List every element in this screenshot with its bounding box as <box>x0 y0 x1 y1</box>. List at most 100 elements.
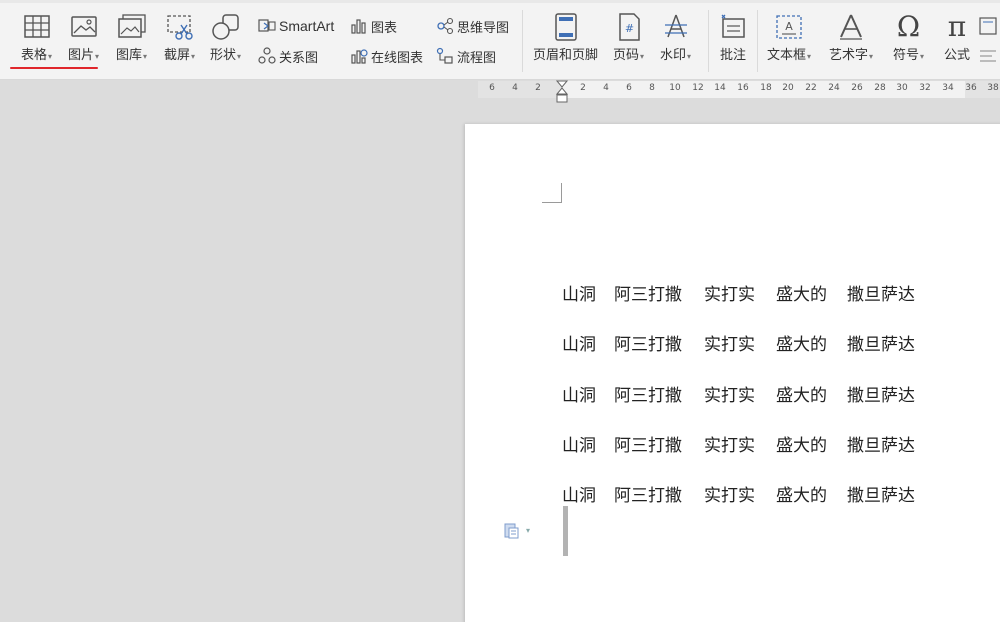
document-word: 阿三打撒 <box>614 386 682 406</box>
ruler-tick-label: 26 <box>851 83 863 93</box>
document-word: 撒旦萨达 <box>847 486 915 506</box>
document-word: 实打实 <box>704 335 755 355</box>
document-word: 撒旦萨达 <box>847 436 915 456</box>
formula-label: 公式 <box>943 48 970 63</box>
document-word: 阿三打撒 <box>614 436 682 456</box>
insert-ribbon: 表格▾ 图片▾ 图库▾ 截屏▾ 形状▾ SmartArt 关系图 图表 在线图表… <box>0 0 1000 80</box>
chevron-down-icon: ▾ <box>237 52 242 61</box>
chevron-down-icon: ▾ <box>687 52 692 61</box>
comment-label: 批注 <box>719 48 746 63</box>
indent-marker-icon[interactable] <box>555 80 569 104</box>
ruler-tick-label: 22 <box>805 83 817 93</box>
watermark-button[interactable]: 水印▾ <box>660 12 691 65</box>
textbox-button[interactable]: A 文本框▾ <box>767 12 811 65</box>
document-word: 阿三打撒 <box>614 285 682 305</box>
ruler-tick-label: 2 <box>580 83 586 93</box>
document-word: 盛大的 <box>776 436 827 456</box>
scissors-icon <box>165 12 195 42</box>
chevron-down-icon: ▾ <box>191 52 196 61</box>
omega-icon: Ω <box>896 10 921 43</box>
picture-icon <box>69 12 99 42</box>
online-chart-label: 在线图表 <box>371 50 424 66</box>
gallery-label: 图库 <box>116 48 143 63</box>
number-icon[interactable] <box>978 15 998 37</box>
document-word: 阿三打撒 <box>614 335 682 355</box>
textbox-icon: A <box>774 12 804 42</box>
symbol-label: 符号 <box>893 48 920 63</box>
svg-text:#: # <box>624 22 633 35</box>
ruler-tick-label: 14 <box>714 83 726 93</box>
shape-label: 形状 <box>210 48 237 63</box>
comment-icon <box>718 12 748 42</box>
symbol-button[interactable]: Ω 符号▾ <box>893 12 924 65</box>
document-word: 盛大的 <box>776 486 827 506</box>
document-word: 盛大的 <box>776 285 827 305</box>
relation-icon <box>258 47 276 65</box>
page-number-button[interactable]: # 页码▾ <box>613 12 644 65</box>
flowchart-label: 流程图 <box>457 50 497 66</box>
mindmap-label: 思维导图 <box>457 20 510 36</box>
watermark-label: 水印 <box>660 48 687 63</box>
ruler-tick-label: 16 <box>737 83 749 93</box>
ruler-tick-label: 20 <box>782 83 794 93</box>
wordart-label: 艺术字 <box>829 48 869 63</box>
ruler-tick-label: 24 <box>828 83 840 93</box>
paste-options-button[interactable]: ▾ <box>502 520 534 540</box>
ruler-tick-label: 18 <box>760 83 772 93</box>
ruler-tick-label: 6 <box>489 83 495 93</box>
chart-label: 图表 <box>371 20 398 36</box>
mindmap-icon <box>436 17 454 35</box>
document-word: 山洞 <box>562 285 596 305</box>
online-chart-button[interactable]: 在线图表 <box>350 45 423 67</box>
smartart-button[interactable]: SmartArt <box>258 15 334 37</box>
chevron-down-icon: ▾ <box>95 52 100 61</box>
ruler-tick-label: 38 <box>987 83 999 93</box>
document-word: 实打实 <box>704 285 755 305</box>
online-chart-icon <box>350 47 368 65</box>
ruler-tick-label: 4 <box>512 83 518 93</box>
chart-button[interactable]: 图表 <box>350 15 397 37</box>
margin-corner-mark <box>542 183 562 203</box>
text-align-icon[interactable] <box>978 45 998 67</box>
document-word: 撒旦萨达 <box>847 335 915 355</box>
header-footer-label: 页眉和页脚 <box>533 48 599 63</box>
ruler-tick-label: 30 <box>896 83 908 93</box>
ruler-tick-label: 10 <box>669 83 681 93</box>
chevron-down-icon: ▾ <box>640 52 645 61</box>
chevron-down-icon: ▾ <box>869 52 874 61</box>
ruler-tick-label: 8 <box>649 83 655 93</box>
document-word: 阿三打撒 <box>614 486 682 506</box>
shape-button[interactable]: 形状▾ <box>210 12 241 65</box>
screenshot-button[interactable]: 截屏▾ <box>164 12 195 65</box>
chevron-down-icon: ▾ <box>48 52 53 61</box>
ruler-tick-label: 32 <box>919 83 931 93</box>
table-button[interactable]: 表格▾ <box>21 12 52 65</box>
ruler-tick-label: 36 <box>965 83 977 93</box>
chevron-down-icon: ▾ <box>807 52 812 61</box>
comment-button[interactable]: 批注 <box>718 12 748 64</box>
document-word: 撒旦萨达 <box>847 386 915 406</box>
gallery-button[interactable]: 图库▾ <box>116 12 147 65</box>
page-number-icon: # <box>614 12 644 42</box>
header-footer-button[interactable]: 页眉和页脚 <box>533 12 598 64</box>
watermark-icon <box>661 12 691 42</box>
document-word: 山洞 <box>562 335 596 355</box>
ribbon-separator <box>757 10 758 72</box>
picture-button[interactable]: 图片▾ <box>68 12 99 65</box>
document-word: 山洞 <box>562 486 596 506</box>
wordart-icon <box>836 12 866 42</box>
textbox-label: 文本框 <box>767 48 807 63</box>
wordart-button[interactable]: 艺术字▾ <box>829 12 873 65</box>
relation-chart-button[interactable]: 关系图 <box>258 45 318 67</box>
picture-label: 图片 <box>68 48 95 63</box>
formula-button[interactable]: π 公式 <box>942 12 972 64</box>
screenshot-label: 截屏 <box>164 48 191 63</box>
flowchart-button[interactable]: 流程图 <box>436 45 496 67</box>
chevron-down-icon: ▾ <box>920 52 925 61</box>
chevron-down-icon: ▾ <box>143 52 148 61</box>
mindmap-button[interactable]: 思维导图 <box>436 15 509 37</box>
page-number-label: 页码 <box>613 48 640 63</box>
ruler-tick-label: 2 <box>535 83 541 93</box>
ribbon-top-border <box>0 0 1000 3</box>
document-word: 撒旦萨达 <box>847 285 915 305</box>
